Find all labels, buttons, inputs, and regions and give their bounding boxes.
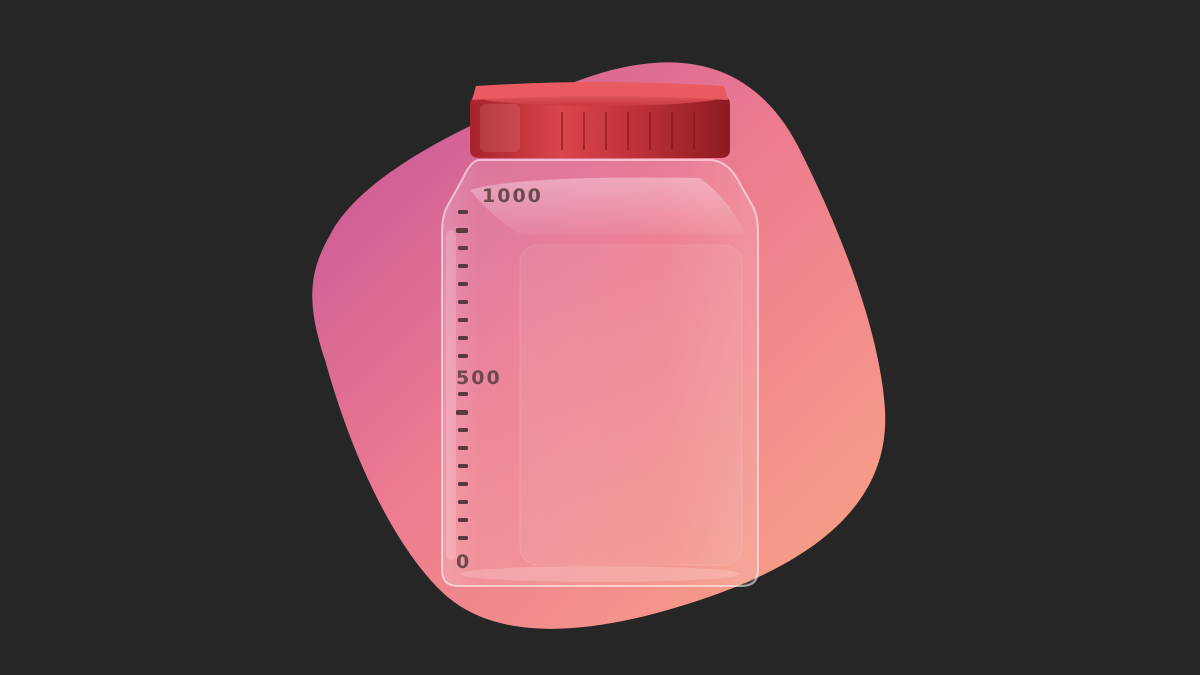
cap-shine bbox=[480, 104, 520, 152]
illustration-stage: 1000 500 0 bbox=[0, 0, 1200, 675]
bottle-inner-panel bbox=[519, 244, 743, 566]
bottle-illustration: 1000 500 0 bbox=[312, 62, 886, 629]
scale-label-1000: 1000 bbox=[482, 185, 543, 207]
screw-cap-icon bbox=[470, 82, 730, 158]
scale-label-500: 500 bbox=[456, 367, 502, 389]
bottle-base-reflection bbox=[460, 566, 740, 582]
scale-label-0: 0 bbox=[456, 551, 471, 573]
bottle-edge-highlight bbox=[446, 230, 456, 560]
